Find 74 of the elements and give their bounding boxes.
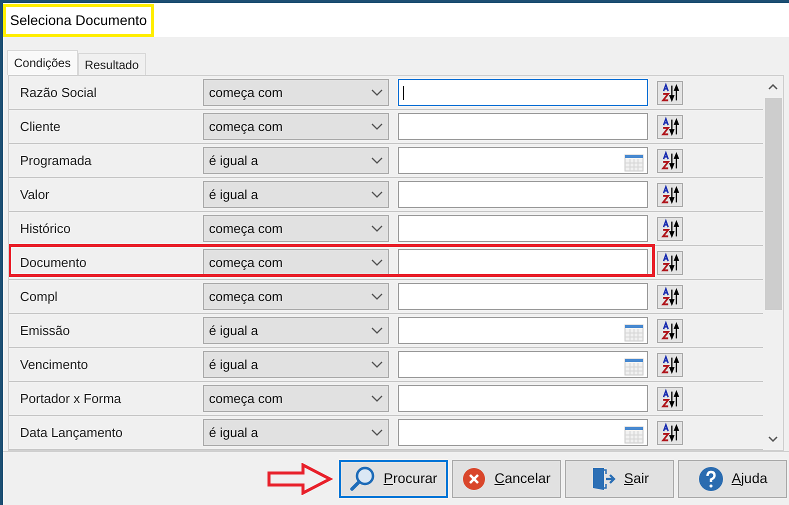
exit-door-icon bbox=[590, 466, 616, 492]
tab[interactable]: Resultado bbox=[78, 53, 146, 75]
condition-label: Emissão bbox=[19, 322, 71, 340]
sort-az-icon[interactable] bbox=[657, 284, 683, 308]
action-button[interactable]: Sair bbox=[565, 460, 674, 498]
value-field[interactable] bbox=[398, 113, 648, 140]
chevron-down-icon bbox=[371, 428, 383, 436]
date-field[interactable] bbox=[398, 419, 648, 446]
action-button[interactable]: Procurar bbox=[339, 460, 448, 498]
chevron-down-icon bbox=[371, 190, 383, 198]
chevron-down-icon bbox=[371, 360, 383, 368]
window-title: Seleciona Documento bbox=[3, 4, 154, 36]
calendar-icon[interactable] bbox=[624, 154, 644, 172]
date-field[interactable] bbox=[398, 351, 648, 378]
operator-dropdown[interactable]: começa com bbox=[203, 249, 389, 276]
chevron-down-icon bbox=[371, 224, 383, 232]
condition-label: Compl bbox=[19, 288, 59, 306]
operator-dropdown[interactable]: é igual a bbox=[203, 317, 389, 344]
chevron-down-icon bbox=[371, 122, 383, 130]
value-field[interactable] bbox=[398, 385, 648, 412]
operator-dropdown[interactable]: é igual a bbox=[203, 147, 389, 174]
condition-label: Data Lançamento bbox=[19, 424, 124, 442]
scroll-down-icon[interactable] bbox=[767, 434, 779, 444]
condition-label: Valor bbox=[19, 186, 50, 204]
operator-dropdown[interactable]: é igual a bbox=[203, 351, 389, 378]
operator-dropdown[interactable]: começa com bbox=[203, 283, 389, 310]
help-icon bbox=[698, 466, 724, 492]
condition-label: Vencimento bbox=[19, 356, 89, 374]
sort-az-icon[interactable] bbox=[657, 114, 683, 138]
operator-dropdown[interactable]: começa com bbox=[203, 215, 389, 242]
sort-az-icon[interactable] bbox=[657, 386, 683, 410]
condition-label: Histórico bbox=[19, 220, 72, 238]
chevron-down-icon bbox=[371, 258, 383, 266]
sort-az-icon[interactable] bbox=[657, 80, 683, 104]
condition-label: Razão Social bbox=[19, 84, 98, 102]
sort-az-icon[interactable] bbox=[657, 148, 683, 172]
condition-label: Documento bbox=[19, 254, 88, 272]
calendar-icon[interactable] bbox=[624, 426, 644, 444]
operator-dropdown[interactable]: começa com bbox=[203, 385, 389, 412]
operator-dropdown[interactable]: é igual a bbox=[203, 181, 389, 208]
sort-az-icon[interactable] bbox=[657, 182, 683, 206]
sort-az-icon[interactable] bbox=[657, 318, 683, 342]
search-icon bbox=[350, 466, 376, 492]
sort-az-icon[interactable] bbox=[657, 216, 683, 240]
calendar-icon[interactable] bbox=[624, 358, 644, 376]
condition-label: Cliente bbox=[19, 118, 62, 136]
value-field[interactable] bbox=[398, 79, 648, 106]
condition-label: Portador x Forma bbox=[19, 390, 122, 408]
action-button[interactable]: Cancelar bbox=[452, 460, 561, 498]
value-field[interactable] bbox=[398, 249, 648, 276]
value-field[interactable] bbox=[398, 181, 648, 208]
operator-dropdown[interactable]: começa com bbox=[203, 79, 389, 106]
chevron-down-icon bbox=[371, 292, 383, 300]
operator-dropdown[interactable]: é igual a bbox=[203, 419, 389, 446]
sort-az-icon[interactable] bbox=[657, 250, 683, 274]
chevron-down-icon bbox=[371, 156, 383, 164]
close-icon bbox=[462, 466, 486, 490]
tab[interactable]: Condições bbox=[7, 50, 78, 75]
date-field[interactable] bbox=[398, 317, 648, 344]
chevron-down-icon bbox=[371, 394, 383, 402]
chevron-down-icon bbox=[371, 88, 383, 96]
scroll-up-icon[interactable] bbox=[767, 82, 779, 92]
chevron-down-icon bbox=[371, 326, 383, 334]
text-cursor bbox=[403, 86, 404, 100]
calendar-icon[interactable] bbox=[624, 324, 644, 342]
value-field[interactable] bbox=[398, 215, 648, 242]
sort-az-icon[interactable] bbox=[657, 352, 683, 376]
operator-dropdown[interactable]: começa com bbox=[203, 113, 389, 140]
scroll-thumb[interactable] bbox=[764, 98, 782, 310]
action-button[interactable]: Ajuda bbox=[678, 460, 787, 498]
condition-label: Programada bbox=[19, 152, 93, 170]
date-field[interactable] bbox=[398, 147, 648, 174]
sort-az-icon[interactable] bbox=[657, 420, 683, 444]
value-field[interactable] bbox=[398, 283, 648, 310]
